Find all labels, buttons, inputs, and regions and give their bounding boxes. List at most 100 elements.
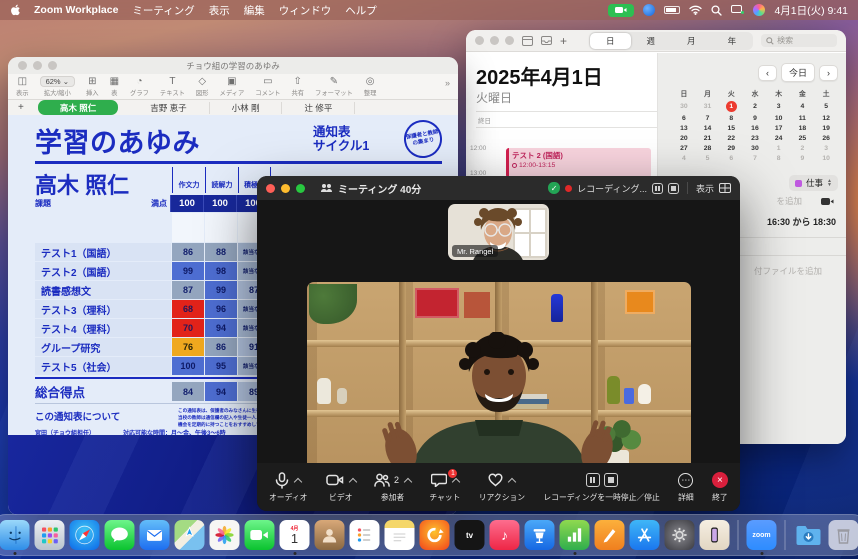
zoom-toolbar-audio-button[interactable]: オーディオ [269, 472, 307, 503]
mini-day-cell[interactable]: 21 [696, 133, 720, 143]
mini-day-cell[interactable]: 17 [767, 123, 791, 133]
score-cell[interactable]: 98 [205, 262, 237, 280]
menubar-menu-4[interactable]: ヘルプ [345, 3, 377, 18]
menubar-menu-1[interactable]: 表示 [209, 3, 230, 18]
score-cell[interactable]: 99 [205, 281, 237, 299]
calendar-window-controls[interactable] [475, 36, 514, 45]
tv-icon[interactable]: tv [455, 520, 485, 550]
pause-recording-button[interactable] [652, 183, 663, 194]
maps-icon[interactable] [175, 520, 205, 550]
zoom-toolbar-end-button[interactable]: ×終了 [712, 472, 728, 503]
messages-icon[interactable] [105, 520, 135, 550]
max-cell-0[interactable]: 100 [170, 195, 203, 212]
view-tab-週[interactable]: 週 [631, 33, 672, 49]
mini-day-cell[interactable]: 24 [767, 133, 791, 143]
mini-day-cell[interactable]: 2 [791, 143, 815, 153]
downloads-icon[interactable] [794, 520, 824, 550]
trash-icon[interactable] [829, 520, 858, 550]
mini-day-cell[interactable]: 8 [767, 153, 791, 163]
screen-sharing-icon[interactable] [731, 5, 744, 15]
row-label[interactable]: 読書感想文 [35, 281, 171, 299]
mini-day-cell[interactable]: 27 [672, 143, 696, 153]
numbers-icon[interactable] [560, 520, 590, 550]
score-cell[interactable]: 86 [172, 243, 204, 261]
zoom-menubar-icon[interactable] [643, 4, 655, 16]
mini-day-cell[interactable]: 2 [743, 99, 767, 113]
score-cell[interactable]: 76 [172, 338, 204, 356]
wifi-icon[interactable] [689, 5, 702, 15]
app-store-icon[interactable] [630, 520, 660, 550]
mini-day-cell[interactable]: 1 [767, 143, 791, 153]
score-cell[interactable]: 86 [205, 338, 237, 356]
numbers-toolbar-11[interactable]: ◎整理 [364, 76, 377, 97]
row-label[interactable]: テスト4（理科） [35, 319, 171, 337]
safari-icon[interactable] [70, 520, 100, 550]
calendar-icon[interactable]: 4月1 [280, 520, 310, 550]
pause-recording-icon[interactable] [586, 473, 600, 487]
mini-day-cell[interactable]: 15 [719, 123, 743, 133]
zoom-toolbar-participants-button[interactable]: 2参加者 [374, 472, 411, 503]
finder-icon[interactable] [0, 520, 30, 550]
menubar-menu-2[interactable]: 編集 [244, 3, 265, 18]
row-label[interactable]: テスト5（社会） [35, 357, 171, 375]
battery-icon[interactable] [664, 6, 680, 14]
numbers-toolbar-8[interactable]: ▭コメント [255, 76, 280, 97]
keynote-icon[interactable] [525, 520, 555, 550]
mini-day-cell[interactable]: 4 [791, 99, 815, 113]
zoom-window-controls[interactable] [266, 184, 305, 193]
music-icon[interactable]: ♪ [490, 520, 520, 550]
mini-day-cell[interactable]: 4 [672, 153, 696, 163]
numbers-toolbar-2[interactable]: ⊞挿入 [86, 76, 99, 97]
attachment-hint[interactable]: 付ファイルを追加 [754, 265, 822, 277]
menubar-app-name[interactable]: Zoom Workplace [34, 4, 118, 16]
mini-day-cell[interactable]: 30 [743, 143, 767, 153]
sheet-tab-3[interactable]: 辻 修平 [282, 102, 355, 114]
numbers-toolbar-1[interactable]: 62% ⌄拡大/縮小 [40, 76, 75, 97]
mini-day-cell[interactable]: 5 [696, 153, 720, 163]
score-cell[interactable]: 99 [172, 262, 204, 280]
report-title[interactable]: 学習のあゆみ [35, 121, 200, 160]
pages-icon[interactable] [595, 520, 625, 550]
mini-day-cell[interactable]: 6 [719, 153, 743, 163]
empty-cell[interactable] [172, 213, 204, 242]
caret-icon[interactable] [348, 478, 356, 486]
mini-day-cell[interactable]: 18 [791, 123, 815, 133]
add-sheet-button[interactable]: + [18, 102, 24, 113]
participant-thumbnail[interactable]: Mr. Rangel [448, 204, 549, 260]
reminders-icon[interactable] [350, 520, 380, 550]
score-cell[interactable]: 96 [205, 300, 237, 318]
caret-icon[interactable] [452, 478, 460, 486]
toolbar-overflow-icon[interactable]: » [445, 76, 450, 88]
mini-day-cell[interactable]: 7 [743, 153, 767, 163]
mini-day-cell[interactable]: 14 [696, 123, 720, 133]
video-call-icon[interactable] [821, 193, 834, 211]
sheet-tab-0[interactable]: 高木 照仁 [38, 100, 118, 115]
mini-day-cell[interactable]: 3 [767, 99, 791, 113]
mini-day-cell[interactable]: 5 [814, 99, 838, 113]
sheet-tab-1[interactable]: 吉野 恵子 [128, 102, 209, 114]
caret-icon[interactable] [404, 478, 412, 486]
mini-day-cell[interactable]: 26 [814, 133, 838, 143]
mini-day-cell[interactable]: 31 [696, 99, 720, 113]
calendar-search-field[interactable]: 検索 [761, 34, 837, 47]
add-field-hint[interactable]: を追加 [776, 195, 802, 207]
mail-icon[interactable] [140, 520, 170, 550]
main-speaker-video[interactable]: Mr. Manriquez [307, 282, 691, 482]
max-cell-1[interactable]: 100 [203, 195, 236, 212]
row-label[interactable]: テスト3（理科） [35, 300, 171, 318]
score-cell[interactable]: 87 [172, 281, 204, 299]
score-cell[interactable]: 95 [205, 357, 237, 375]
settings-icon[interactable] [665, 520, 695, 550]
mini-day-cell[interactable]: 3 [814, 143, 838, 153]
mini-day-cell[interactable]: 9 [743, 113, 767, 123]
max-label[interactable]: 満点 [135, 198, 170, 209]
numbers-toolbar-6[interactable]: ◇図形 [196, 76, 209, 97]
event-category-select[interactable]: 仕事 ▲▼ [789, 175, 838, 191]
mini-day-cell[interactable]: 16 [743, 123, 767, 133]
numbers-toolbar-3[interactable]: ▦表 [110, 76, 119, 97]
total-label[interactable]: 総合得点 [35, 382, 171, 401]
mini-day-cell[interactable]: 25 [791, 133, 815, 143]
calendar-event-0[interactable]: テスト 2 (国語)12:00-13:15 [506, 148, 651, 178]
fitness-icon[interactable] [420, 520, 450, 550]
mini-day-cell[interactable]: 6 [672, 113, 696, 123]
